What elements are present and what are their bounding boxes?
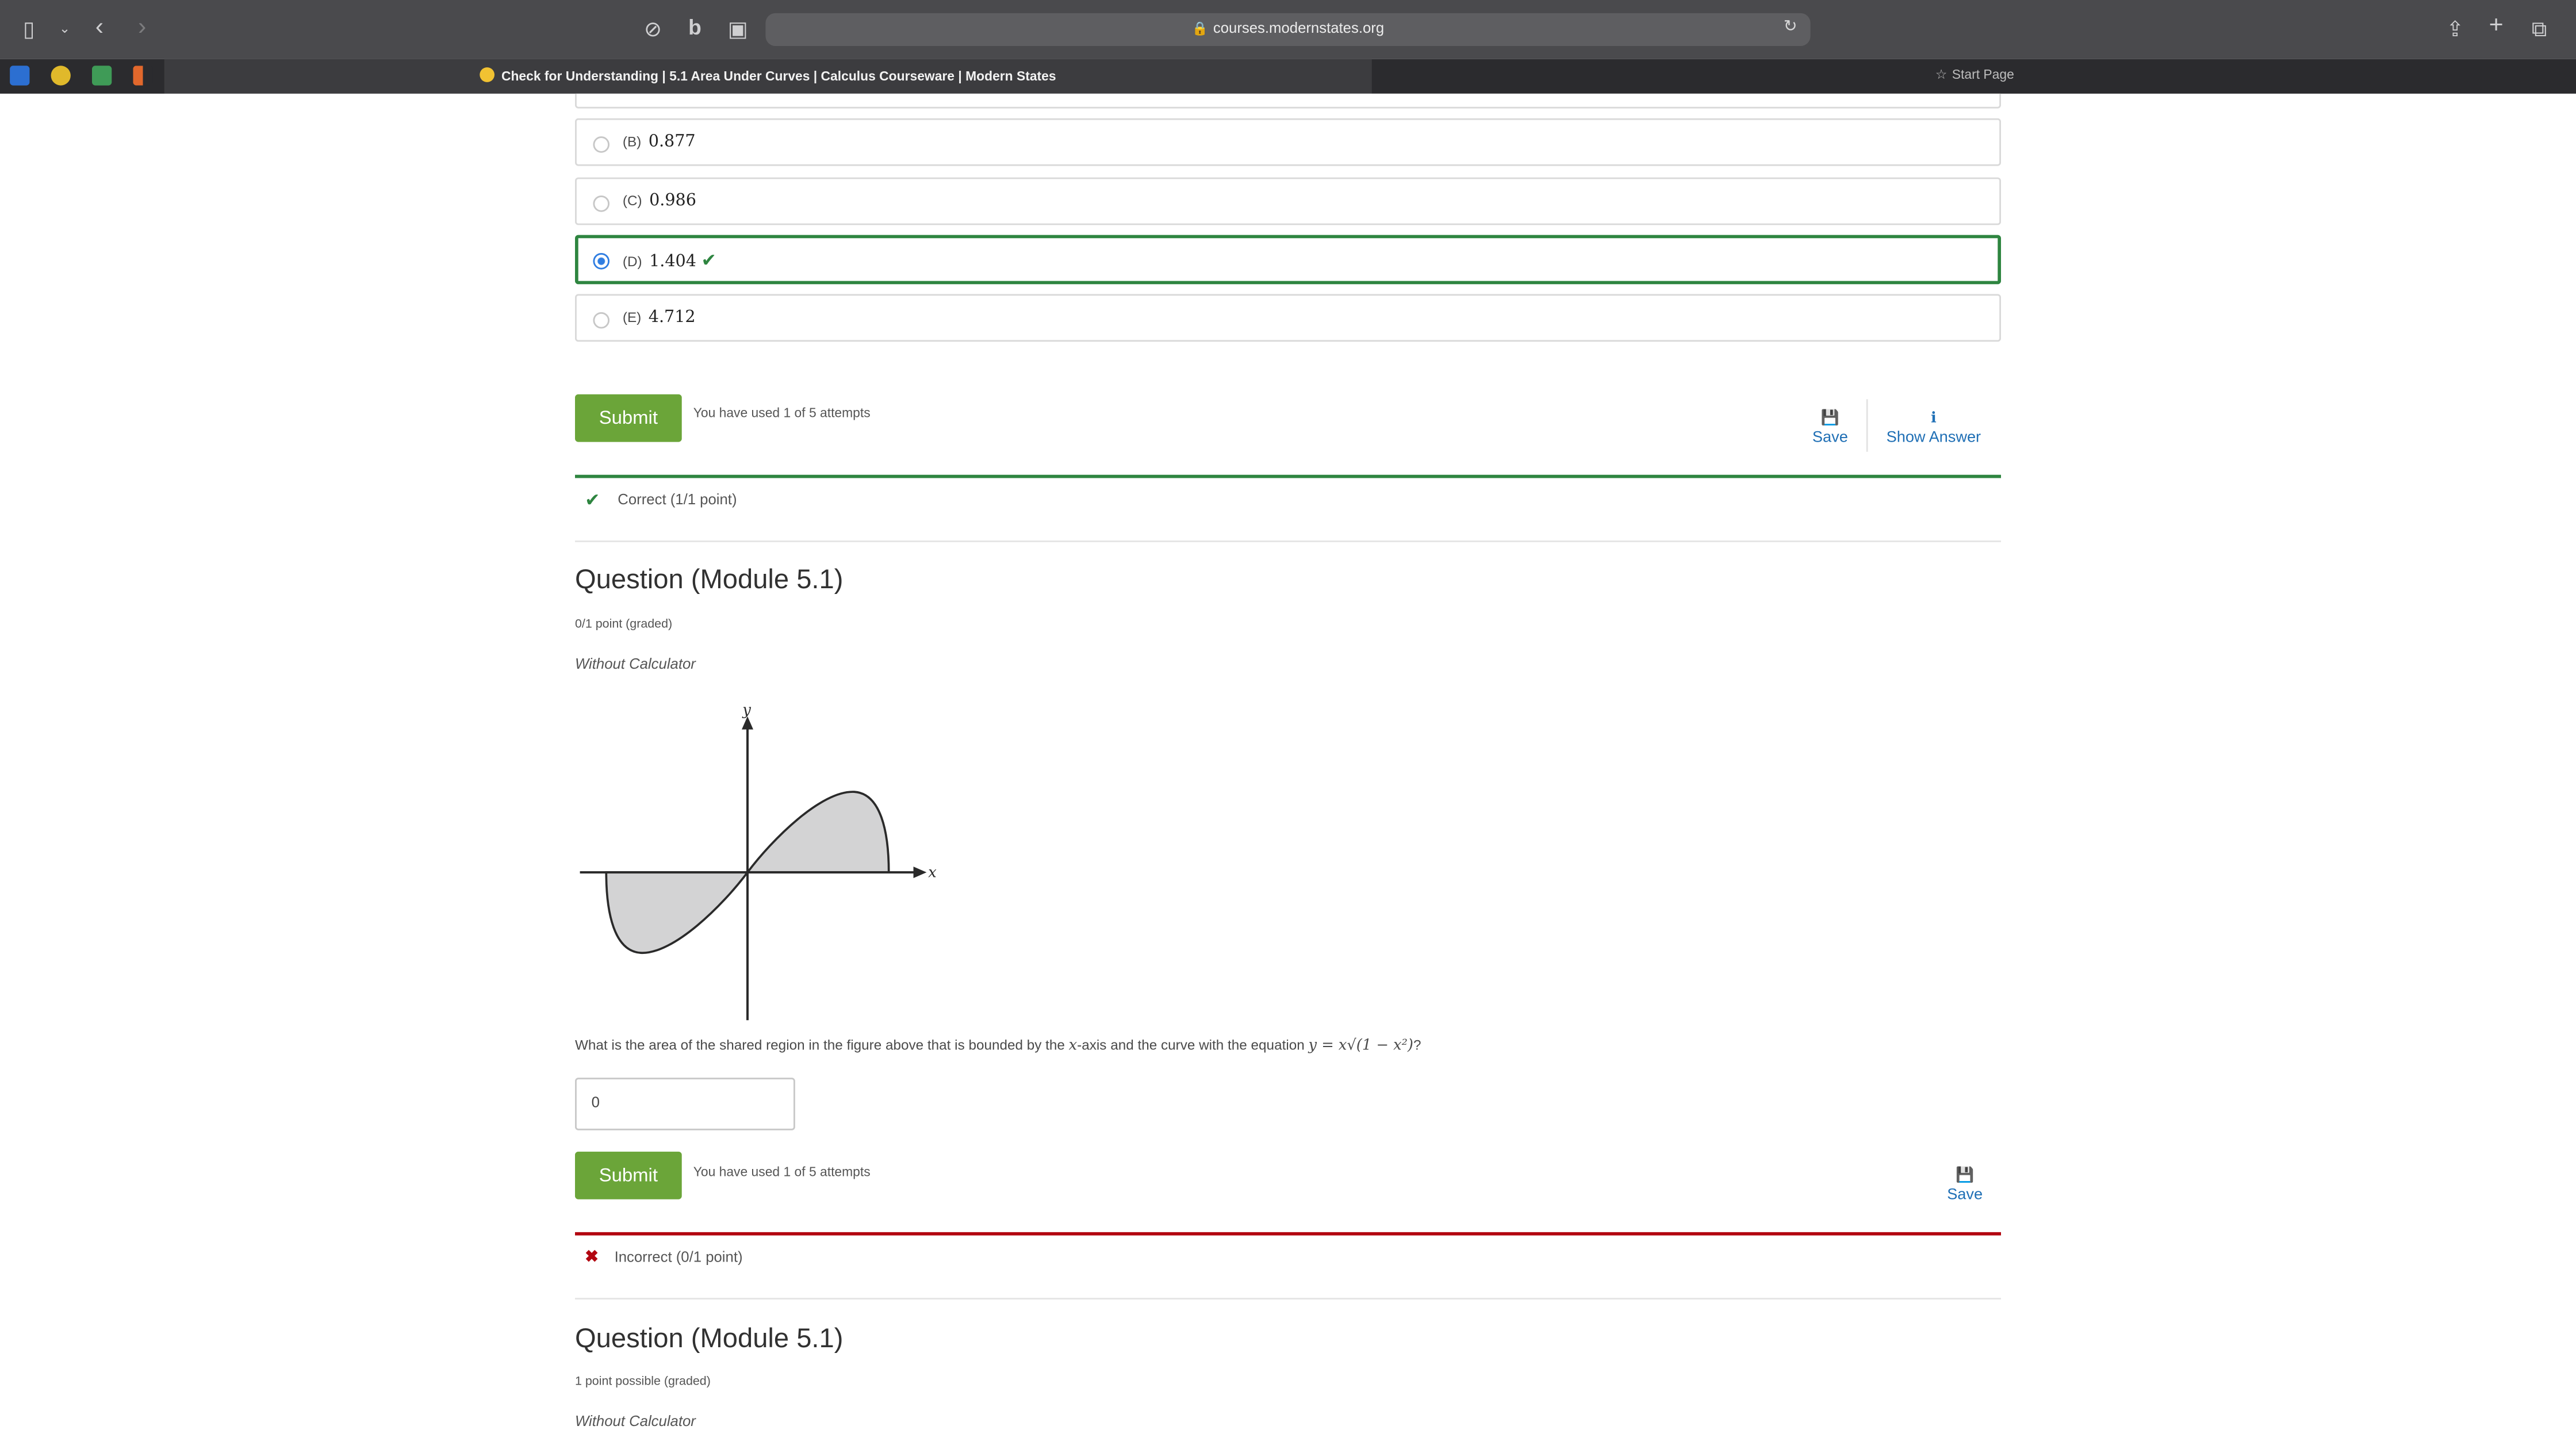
info-icon: ℹ: [1930, 409, 1937, 425]
question-title: Question (Module 5.1): [575, 565, 844, 595]
floppy-disk-icon: 💾: [1956, 1166, 1975, 1183]
calculator-note: Without Calculator: [575, 1413, 696, 1429]
reload-icon[interactable]: ↻: [1784, 18, 1797, 36]
attempts-text: You have used 1 of 5 attempts: [693, 405, 871, 421]
share-icon[interactable]: ⇪: [2446, 17, 2464, 41]
question-text: What is the area of the shared region in…: [575, 1037, 1421, 1055]
answer-value: 0: [591, 1094, 600, 1111]
result-text: Correct (1/1 point): [618, 491, 737, 508]
sidebar-toggle-icon[interactable]: ▯: [23, 17, 34, 41]
choice-option-c[interactable]: (C) 0.986: [575, 177, 2001, 225]
shaded-region-negative: [605, 871, 750, 954]
radio-button-selected[interactable]: [593, 253, 610, 270]
modern-states-favicon-icon: [480, 67, 495, 82]
incorrect-notification: ✖ Incorrect (0/1 point): [575, 1232, 2001, 1298]
equation: y = x√(1 − x²): [1308, 1038, 1413, 1055]
x-axis-arrow: [913, 867, 927, 879]
favorite-tab-icon[interactable]: [51, 66, 71, 86]
divider: [575, 1298, 2001, 1300]
radio-button[interactable]: [593, 195, 610, 212]
choice-option-b[interactable]: (B) 0.877: [575, 118, 2001, 166]
question-text-prefix: What is the area of the shared region in…: [575, 1036, 1069, 1053]
choice-letter: (D): [622, 253, 642, 270]
screen: ▯ ⌄ ‹ › ⊘ b ▣ 🔒 courses.modernstates.org …: [0, 0, 2576, 1449]
choice-value: 1.404: [649, 253, 696, 271]
save-label: Save: [1947, 1186, 1983, 1205]
choice-option-e[interactable]: (E) 4.712: [575, 294, 2001, 342]
x-mark-icon: ✖: [585, 1248, 599, 1267]
x-axis-label: x: [928, 864, 937, 881]
radio-button[interactable]: [593, 312, 610, 329]
attempts-text: You have used 1 of 5 attempts: [693, 1164, 871, 1180]
y-axis-label: y: [742, 702, 751, 719]
star-icon: ☆: [1935, 67, 1948, 82]
choice-letter: (E): [622, 309, 642, 325]
favorite-tab-icon[interactable]: [92, 66, 112, 86]
tab-overview-icon[interactable]: ⧉: [2532, 17, 2547, 41]
choice-option-d[interactable]: (D) 1.404 ✔: [575, 235, 2001, 285]
question-text-middle: -axis and the curve with the equation: [1077, 1036, 1309, 1053]
address-bar[interactable]: 🔒 courses.modernstates.org ↻: [765, 13, 1811, 46]
shaded-region-positive: [745, 791, 890, 874]
floppy-disk-icon: 💾: [1820, 409, 1839, 425]
back-arrow-icon[interactable]: ‹: [95, 15, 103, 40]
tab-active[interactable]: Check for Understanding | 5.1 Area Under…: [164, 59, 1372, 94]
divider: [1866, 399, 1868, 452]
radio-button[interactable]: [593, 136, 610, 153]
forward-arrow-icon[interactable]: ›: [138, 15, 146, 40]
checkmark-icon: ✔: [701, 251, 716, 271]
choice-value: 0.877: [648, 133, 696, 151]
page-content: (B) 0.877 (C) 0.986 (D) 1.404 ✔ (E) 4.712…: [0, 93, 2576, 1449]
question-title: Question (Module 5.1): [575, 1324, 844, 1354]
result-text: Incorrect (0/1 point): [614, 1248, 743, 1265]
submit-button[interactable]: Submit: [575, 394, 682, 442]
tab-title: Check for Understanding | 5.1 Area Under…: [501, 69, 1056, 84]
submit-button[interactable]: Submit: [575, 1151, 682, 1199]
question-points: 0/1 point (graded): [575, 616, 673, 631]
x-variable: x: [1068, 1038, 1078, 1055]
question-text-suffix: ?: [1413, 1036, 1421, 1053]
curve-figure: y x: [580, 702, 937, 1021]
choice-letter: (C): [622, 192, 642, 209]
lock-icon: 🔒: [1191, 21, 1209, 36]
choice-value: 4.712: [648, 309, 696, 327]
checkmark-icon: ✔: [585, 491, 600, 511]
choice-value: 0.986: [649, 192, 696, 210]
show-answer-label: Show Answer: [1886, 428, 1981, 447]
new-tab-icon[interactable]: +: [2489, 13, 2504, 38]
question-points: 1 point possible (graded): [575, 1373, 711, 1389]
save-label: Save: [1812, 428, 1848, 447]
favorite-tab-icon[interactable]: [10, 66, 30, 86]
calculator-note: Without Calculator: [575, 656, 696, 672]
extension-icon[interactable]: ⊘: [644, 17, 662, 41]
correct-notification: ✔ Correct (1/1 point): [575, 474, 2001, 540]
divider: [575, 540, 2001, 542]
grid-extension-icon[interactable]: ▣: [728, 17, 748, 41]
chevron-down-icon[interactable]: ⌄: [59, 18, 70, 41]
browser-toolbar: ▯ ⌄ ‹ › ⊘ b ▣ 🔒 courses.modernstates.org …: [0, 0, 2576, 59]
favorite-tab-icon[interactable]: [133, 66, 153, 86]
save-button[interactable]: 💾 Save: [1807, 409, 1853, 447]
bing-icon[interactable]: b: [688, 16, 702, 40]
show-answer-button[interactable]: ℹ Show Answer: [1880, 409, 1988, 447]
url-text: courses.modernstates.org: [1213, 20, 1385, 36]
save-button[interactable]: 💾 Save: [1942, 1167, 1988, 1205]
choice-option[interactable]: [575, 93, 2001, 109]
tab-title: Start Page: [1952, 67, 2014, 82]
choice-letter: (B): [622, 133, 642, 150]
answer-input[interactable]: 0: [575, 1078, 795, 1130]
tab-start-page[interactable]: ☆ Start Page: [1374, 59, 2576, 94]
